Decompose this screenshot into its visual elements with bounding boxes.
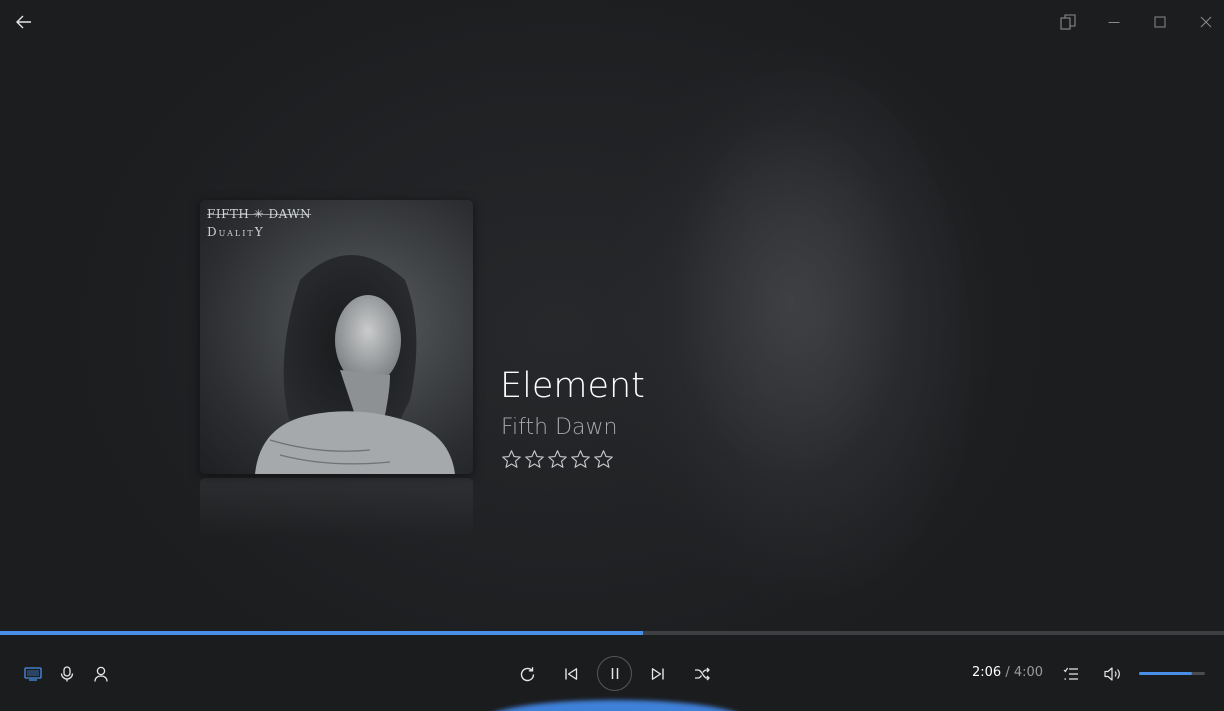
title-bar [0, 0, 1224, 46]
album-art-reflection [200, 478, 473, 538]
maximize-button[interactable] [1148, 10, 1172, 34]
compact-overlay-icon [1060, 14, 1076, 30]
star-outline-icon [594, 450, 613, 468]
previous-icon [565, 668, 578, 680]
track-artist[interactable]: Fifth Dawn [501, 415, 617, 440]
now-playing-view-button[interactable] [21, 662, 45, 686]
compact-overlay-button[interactable] [1056, 10, 1080, 34]
close-button[interactable] [1194, 10, 1218, 34]
maximize-icon [1154, 16, 1166, 28]
now-playing-icon [24, 667, 42, 681]
next-icon [651, 668, 664, 680]
minimize-icon [1108, 22, 1120, 23]
total-time: 4:00 [1013, 665, 1044, 680]
rating-star-2[interactable] [523, 448, 546, 471]
album-art: FIFTH ✳ DAWN DualitY [200, 200, 473, 474]
album-title-logo: DualitY [207, 225, 265, 239]
time-separator: / [1005, 665, 1010, 680]
volume-button[interactable] [1099, 661, 1125, 687]
play-pause-button[interactable] [597, 656, 632, 691]
previous-button[interactable] [558, 661, 584, 687]
volume-slider[interactable] [1139, 672, 1205, 675]
current-time: 2:06 [972, 665, 1002, 680]
back-button[interactable] [10, 8, 38, 36]
star-outline-icon [548, 450, 567, 468]
star-rating [500, 448, 615, 471]
now-playing-window: FIFTH ✳ DAWN DualitY Element Fifth Dawn [0, 0, 1224, 711]
artist-info-button[interactable] [89, 662, 113, 686]
rating-star-1[interactable] [500, 448, 523, 471]
star-outline-icon [571, 450, 590, 468]
rating-star-3[interactable] [546, 448, 569, 471]
lyrics-button[interactable] [55, 662, 79, 686]
arrow-left-icon [16, 15, 31, 29]
minimize-button[interactable] [1102, 10, 1126, 34]
shuffle-icon [695, 667, 710, 681]
queue-icon [1063, 667, 1078, 680]
pause-icon [611, 668, 618, 679]
repeat-icon [520, 666, 534, 681]
repeat-button[interactable] [514, 661, 540, 687]
track-title: Element [500, 366, 645, 406]
album-portrait-image [255, 255, 455, 474]
star-outline-icon [525, 450, 544, 468]
close-icon [1200, 16, 1212, 28]
next-button[interactable] [645, 661, 671, 687]
album-band-logo: FIFTH ✳ DAWN [207, 207, 312, 221]
person-icon [94, 666, 108, 682]
rating-star-4[interactable] [569, 448, 592, 471]
volume-slider-fill [1139, 672, 1192, 675]
queue-button[interactable] [1058, 661, 1084, 687]
rating-star-5[interactable] [592, 448, 615, 471]
background-artwork-blur [640, 70, 970, 630]
microphone-icon [60, 666, 74, 682]
shuffle-button[interactable] [689, 661, 715, 687]
star-outline-icon [502, 450, 521, 468]
playback-time: 2:06 / 4:00 [972, 665, 1043, 680]
volume-icon [1103, 667, 1120, 681]
